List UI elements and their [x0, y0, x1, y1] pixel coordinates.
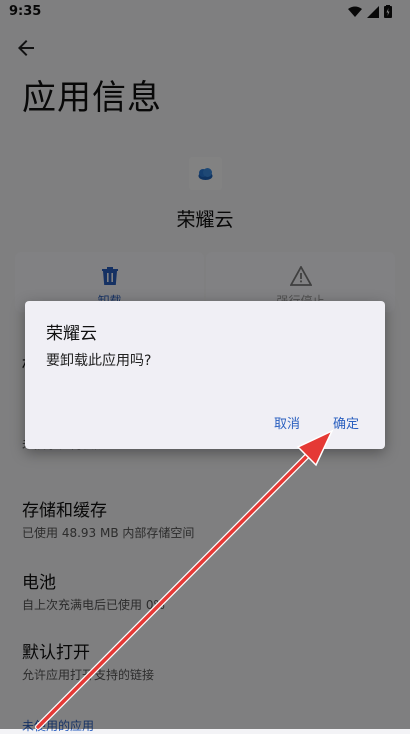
annotation-arrow [35, 429, 334, 729]
